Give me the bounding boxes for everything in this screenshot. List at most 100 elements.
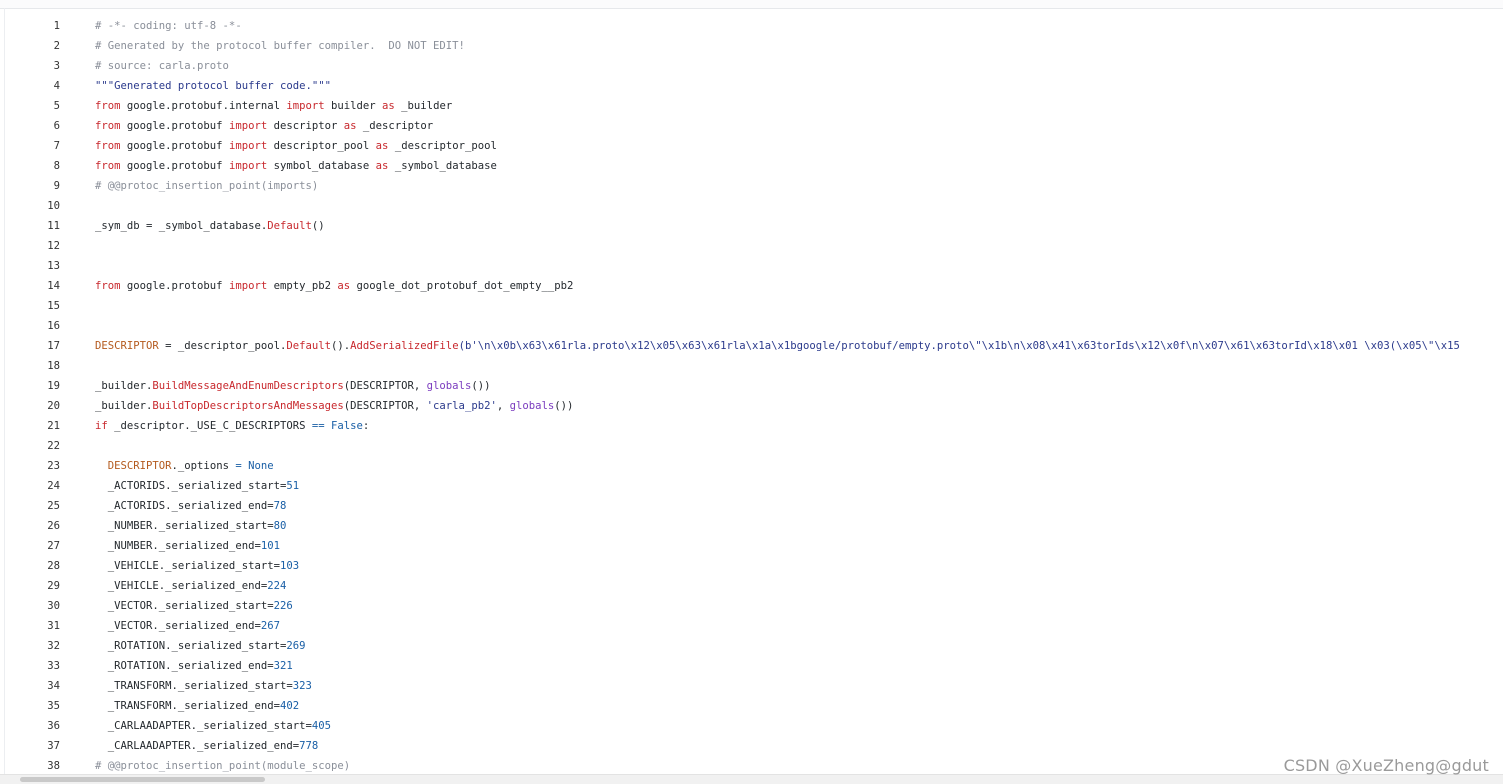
code-token: _ROTATION._serialized_end= xyxy=(95,660,274,672)
line-source: # @@protoc_insertion_point(module_scope) xyxy=(95,756,350,776)
line-source: _VECTOR._serialized_end=267 xyxy=(95,616,280,636)
code-token: from xyxy=(95,140,121,152)
line-source: _NUMBER._serialized_end=101 xyxy=(95,536,280,556)
code-line: 25 _ACTORIDS._serialized_end=78 xyxy=(0,496,1503,516)
scrollbar-thumb[interactable] xyxy=(20,777,265,782)
code-token: symbol_database xyxy=(267,160,376,172)
line-source: _VEHICLE._serialized_end=224 xyxy=(95,576,287,596)
code-token: _NUMBER._serialized_end= xyxy=(95,540,261,552)
code-token: _NUMBER._serialized_start= xyxy=(95,520,274,532)
code-line: 28 _VEHICLE._serialized_start=103 xyxy=(0,556,1503,576)
code-line: 30 _VECTOR._serialized_start=226 xyxy=(0,596,1503,616)
code-token: 269 xyxy=(286,640,306,652)
code-token: () xyxy=(311,220,325,232)
code-token: google.protobuf xyxy=(120,280,229,292)
code-line: 8 from google.protobuf import symbol_data… xyxy=(0,156,1503,176)
code-line: 29 _VEHICLE._serialized_end=224 xyxy=(0,576,1503,596)
code-token: AddSerializedFile xyxy=(350,340,459,352)
code-token: descriptor_pool xyxy=(267,140,376,152)
code-token: as xyxy=(375,160,389,172)
line-number: 33 xyxy=(47,660,60,672)
code-viewer: 1 # -*- coding: utf-8 -*- 2 # Generated by … xyxy=(0,0,1503,784)
line-number: 6 xyxy=(53,120,60,132)
code-token: _ACTORIDS._serialized_start= xyxy=(95,480,287,492)
line-source: """Generated protocol buffer code.""" xyxy=(95,76,331,96)
code-line: 34 _TRANSFORM._serialized_start=323 xyxy=(0,676,1503,696)
line-source: from google.protobuf import symbol_datab… xyxy=(95,156,497,176)
code-token: google_dot_protobuf_dot_empty__pb2 xyxy=(350,280,574,292)
line-number: 4 xyxy=(53,80,60,92)
code-line: 31 _VECTOR._serialized_end=267 xyxy=(0,616,1503,636)
code-token: 323 xyxy=(292,680,312,692)
code-line: 2 # Generated by the protocol buffer comp… xyxy=(0,36,1503,56)
line-source: from google.protobuf.internal import bui… xyxy=(95,96,452,116)
code-token: globals xyxy=(509,400,555,412)
line-source: from google.protobuf import descriptor_p… xyxy=(95,136,497,156)
code-line: 24 _ACTORIDS._serialized_start=51 xyxy=(0,476,1503,496)
line-source: DESCRIPTOR._options = None xyxy=(95,456,274,476)
code-token: as xyxy=(343,120,357,132)
code-token: 402 xyxy=(279,700,300,712)
code-line: 27 _NUMBER._serialized_end=101 xyxy=(0,536,1503,556)
code-token: = _descriptor_pool. xyxy=(158,340,287,352)
code-token: from xyxy=(95,120,121,132)
code-line: 12 xyxy=(0,236,1503,256)
line-number: 23 xyxy=(47,460,60,472)
code-token: import xyxy=(228,160,268,172)
code-token: 101 xyxy=(260,540,280,552)
line-number: 2 xyxy=(53,40,60,52)
code-token: DESCRIPTOR xyxy=(95,340,159,352)
line-source: _NUMBER._serialized_start=80 xyxy=(95,516,287,536)
code-token: # @@protoc_insertion_point(imports) xyxy=(95,180,319,192)
code-token: _VEHICLE._serialized_start= xyxy=(95,560,280,572)
code-line: 10 xyxy=(0,196,1503,216)
code-token: # Generated by the protocol buffer compi… xyxy=(95,40,465,52)
code-token: _CARLAADAPTER._serialized_end= xyxy=(95,740,300,752)
line-number: 13 xyxy=(47,260,60,272)
code-token: _ACTORIDS._serialized_end= xyxy=(95,500,274,512)
code-line: 20 _builder.BuildTopDescriptorsAndMessage… xyxy=(0,396,1503,416)
line-source: _CARLAADAPTER._serialized_start=405 xyxy=(95,716,331,736)
code-token: == xyxy=(311,420,325,432)
code-token: _VECTOR._serialized_start= xyxy=(95,600,274,612)
line-number: 38 xyxy=(47,760,60,772)
horizontal-scrollbar[interactable] xyxy=(0,774,1503,784)
code-line: 14 from google.protobuf import empty_pb2 … xyxy=(0,276,1503,296)
code-token: _symbol_database xyxy=(388,160,497,172)
line-source: from google.protobuf import empty_pb2 as… xyxy=(95,276,573,296)
code-token: _VECTOR._serialized_end= xyxy=(95,620,261,632)
code-token: 'carla_pb2' xyxy=(426,400,497,412)
code-token: # source: carla.proto xyxy=(95,60,229,72)
line-number: 16 xyxy=(47,320,60,332)
line-number: 3 xyxy=(53,60,60,72)
code-token: 405 xyxy=(311,720,331,732)
code-token: Default xyxy=(267,220,312,232)
code-token: if xyxy=(95,420,108,432)
code-token: Default xyxy=(286,340,331,352)
code-line: 9 # @@protoc_insertion_point(imports) xyxy=(0,176,1503,196)
code-token: (DESCRIPTOR, xyxy=(343,380,427,392)
code-block[interactable]: 1 # -*- coding: utf-8 -*- 2 # Generated by … xyxy=(0,16,1503,776)
line-source: _builder.BuildTopDescriptorsAndMessages(… xyxy=(95,396,573,416)
code-line: 5 from google.protobuf.internal import bu… xyxy=(0,96,1503,116)
code-token: 78 xyxy=(273,500,287,512)
code-token: globals xyxy=(426,380,472,392)
line-source: # -*- coding: utf-8 -*- xyxy=(95,16,242,36)
code-token: google.protobuf xyxy=(120,160,229,172)
code-token: : xyxy=(362,420,370,432)
code-token: 51 xyxy=(286,480,300,492)
code-line: 35 _TRANSFORM._serialized_end=402 xyxy=(0,696,1503,716)
line-number: 29 xyxy=(47,580,60,592)
code-token: """Generated protocol buffer code.""" xyxy=(95,80,331,92)
code-token: 103 xyxy=(279,560,300,572)
code-token: _TRANSFORM._serialized_start= xyxy=(95,680,293,692)
code-line: 16 xyxy=(0,316,1503,336)
line-source: _VECTOR._serialized_start=226 xyxy=(95,596,293,616)
code-token: 224 xyxy=(267,580,287,592)
line-source: # Generated by the protocol buffer compi… xyxy=(95,36,465,56)
line-number: 25 xyxy=(47,500,60,512)
line-number: 17 xyxy=(47,340,60,352)
line-source: _ACTORIDS._serialized_end=78 xyxy=(95,496,287,516)
line-source: from google.protobuf import descriptor a… xyxy=(95,116,433,136)
